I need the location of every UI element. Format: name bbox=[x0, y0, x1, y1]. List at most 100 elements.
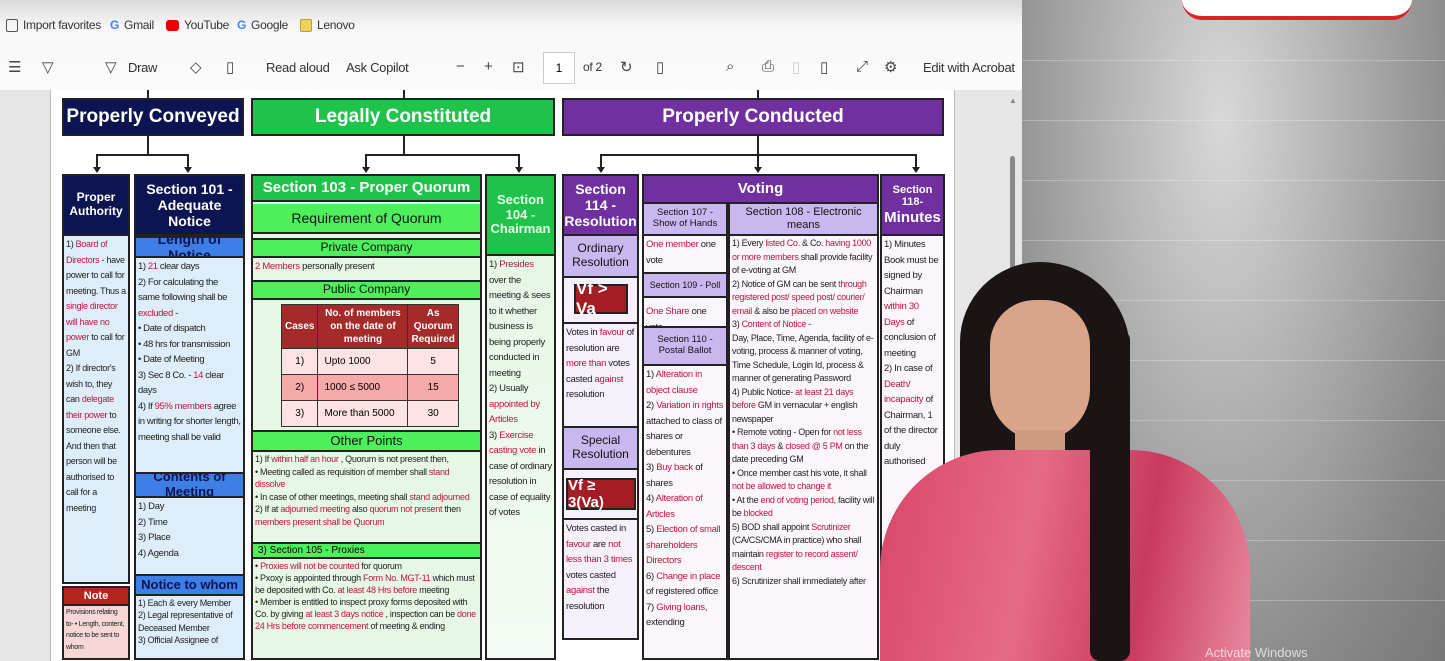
text-segment: 3) Sec 8 Co. - bbox=[138, 369, 194, 381]
contents-of-meeting-header: Contents of Meeting bbox=[134, 472, 245, 498]
fit-page-icon[interactable]: ⊡ bbox=[512, 58, 525, 76]
draw-icon[interactable]: ▽ bbox=[105, 58, 117, 76]
text-segment: over the meeting & sees to it whether bu… bbox=[489, 274, 551, 379]
proxies-body: • Proxies will not be counted for quorum… bbox=[253, 559, 480, 658]
table-cell: 5 bbox=[407, 348, 459, 375]
zoom-out-icon[interactable]: − bbox=[456, 58, 465, 75]
text-paragraph: 1) Alteration in object clause bbox=[646, 367, 724, 398]
save-as-icon[interactable]: ▯ bbox=[820, 58, 828, 76]
fullscreen-icon[interactable]: ⤢ bbox=[856, 58, 868, 75]
highlighter-icon[interactable]: ▽ bbox=[42, 58, 54, 76]
read-aloud-button[interactable]: Read aloud bbox=[266, 60, 330, 75]
highlighted-text: 2 Members bbox=[255, 261, 300, 272]
text-paragraph: 1) Every listed Co. & Co. having 1000 or… bbox=[732, 237, 875, 278]
text-segment: • Date of Meeting bbox=[138, 354, 205, 365]
text-paragraph: 2) For calculating the same following sh… bbox=[138, 275, 241, 322]
text-paragraph: 4) If 95% members agree in writing for s… bbox=[138, 399, 241, 446]
text-segment: 4) If bbox=[138, 400, 155, 412]
highlighted-text: favour bbox=[599, 327, 625, 338]
eraser-icon[interactable]: ◇ bbox=[190, 58, 202, 76]
favorite-google[interactable]: G Google bbox=[237, 18, 288, 32]
ordinary-resolution-header: Ordinary Resolution bbox=[562, 234, 639, 278]
text-paragraph: Provisions relating to- • Length, conten… bbox=[66, 607, 126, 653]
text-segment: • 48 hrs for transmission bbox=[138, 338, 231, 350]
highlighted-text: Presides bbox=[499, 259, 534, 270]
list-icon[interactable]: ☰ bbox=[8, 58, 21, 76]
special-resolution-body: Votes casted in favour are not less than… bbox=[562, 518, 639, 640]
section-107-body: One member one vote bbox=[642, 234, 728, 274]
highlighted-text: not be allowed to change it bbox=[732, 481, 831, 491]
table-cell: 3) bbox=[280, 400, 319, 427]
highlighted-text: Scrutinizer bbox=[811, 521, 851, 532]
text-segment: Provisions relating to- • Length, conten… bbox=[66, 609, 125, 651]
text-paragraph: 7) Giving loans, extending bbox=[646, 600, 724, 631]
text-paragraph: 3) Official Assignee of bbox=[138, 634, 241, 646]
section-107-header: Section 107 - Show of Hands bbox=[642, 202, 728, 236]
text-segment: extending bbox=[646, 617, 685, 628]
text-segment: of meeting & ending bbox=[368, 621, 445, 631]
favorite-label: Gmail bbox=[124, 18, 154, 32]
scroll-up-icon[interactable]: ▲ bbox=[1009, 96, 1017, 105]
text-box-icon[interactable]: ▯ bbox=[226, 58, 234, 76]
save-icon[interactable]: ▯ bbox=[792, 58, 800, 76]
text-paragraph: • Once member cast his vote, it shall no… bbox=[732, 467, 875, 494]
settings-icon[interactable]: ⚙ bbox=[884, 58, 897, 76]
text-paragraph: 1) If within half an hour , Quorum is no… bbox=[255, 453, 478, 466]
page-number-input[interactable]: 1 bbox=[543, 52, 575, 84]
text-segment: 4) Public Notice- bbox=[732, 386, 796, 397]
other-points-body: 1) If within half an hour , Quorum is no… bbox=[253, 452, 480, 542]
text-paragraph: • At the end of voting period, facility … bbox=[732, 494, 875, 521]
page-view-icon[interactable]: ▯ bbox=[656, 58, 664, 76]
rotate-icon[interactable]: ↻ bbox=[620, 58, 633, 76]
text-segment: are bbox=[590, 538, 609, 550]
text-segment: for quorum bbox=[359, 561, 402, 571]
text-paragraph: 4) Public Notice- at least 21 days befor… bbox=[732, 386, 875, 427]
text-segment: 1) Each & every Member bbox=[138, 598, 231, 608]
requirement-of-quorum-header: Requirement of Quorum bbox=[253, 204, 480, 234]
text-segment: Day, Place, Time, Agenda, facility of e-… bbox=[732, 332, 874, 384]
table-row: 1) Upto 1000 5 bbox=[280, 348, 459, 375]
section-104-header: Section 104 - Chairman bbox=[485, 174, 556, 256]
highlighted-text: adjourned meeting bbox=[280, 504, 350, 514]
youtube-icon bbox=[166, 19, 179, 31]
text-segment: & also be bbox=[752, 305, 792, 316]
text-paragraph: 2) Variation in rights attached to class… bbox=[646, 398, 724, 460]
search-icon[interactable]: ⌕ bbox=[726, 58, 734, 75]
favorite-gmail[interactable]: G Gmail bbox=[110, 18, 154, 32]
edit-with-acrobat-button[interactable]: Edit with Acrobat bbox=[923, 60, 1015, 75]
favorite-youtube[interactable]: YouTube bbox=[166, 18, 229, 32]
text-segment: • At the bbox=[732, 494, 761, 505]
highlighted-text: stand adjourned bbox=[409, 491, 470, 502]
text-segment: 1) bbox=[138, 261, 148, 272]
text-paragraph: • In case of other meetings, meeting sha… bbox=[255, 491, 478, 504]
text-segment: personally present bbox=[299, 261, 375, 272]
text-segment: 1) If bbox=[255, 454, 272, 464]
scrollbar[interactable]: ▲ bbox=[1006, 96, 1018, 656]
scrollbar-thumb[interactable] bbox=[1010, 156, 1015, 406]
print-icon[interactable]: ⎙ bbox=[762, 58, 774, 75]
highlighted-text: members present shall be Quorum bbox=[255, 516, 385, 527]
ordinary-formula: Vf > Va bbox=[574, 279, 628, 318]
text-segment: 2) Usually bbox=[489, 383, 529, 394]
table-header: No. of members on the date of meeting bbox=[317, 304, 409, 349]
text-paragraph: • Meeting called as requisition of membe… bbox=[255, 466, 478, 491]
highlighted-text: Buy back bbox=[656, 462, 693, 473]
favorite-import[interactable]: Import favorites bbox=[6, 18, 101, 32]
highlighted-text: end of voting period, bbox=[760, 494, 836, 505]
text-paragraph: 2) Time bbox=[138, 515, 241, 531]
zoom-in-icon[interactable]: + bbox=[484, 58, 493, 75]
text-paragraph: Day, Place, Time, Agenda, facility of e-… bbox=[732, 332, 875, 386]
text-segment: & Co. bbox=[799, 238, 826, 248]
section-108-header: Section 108 - Electronic means bbox=[728, 202, 879, 236]
text-segment: 5) BOD shall appoint bbox=[732, 521, 812, 532]
text-segment: 6) bbox=[646, 570, 657, 582]
highlighted-text: at least 3 days notice bbox=[305, 609, 384, 619]
text-paragraph: 1) Board of Directors - have power to ca… bbox=[66, 237, 126, 361]
text-segment: 6) Scrutinizer shall immediately after bbox=[732, 575, 866, 586]
ask-copilot-button[interactable]: Ask Copilot bbox=[346, 60, 409, 75]
notice-to-whom-body: 1) Each & every Member 2) Legal represent… bbox=[134, 594, 245, 660]
favorite-lenovo[interactable]: Lenovo bbox=[300, 18, 355, 32]
draw-button[interactable]: Draw bbox=[128, 60, 157, 75]
highlighted-text: 95% members bbox=[154, 400, 212, 412]
table-row: 3) More than 5000 30 bbox=[280, 400, 459, 427]
